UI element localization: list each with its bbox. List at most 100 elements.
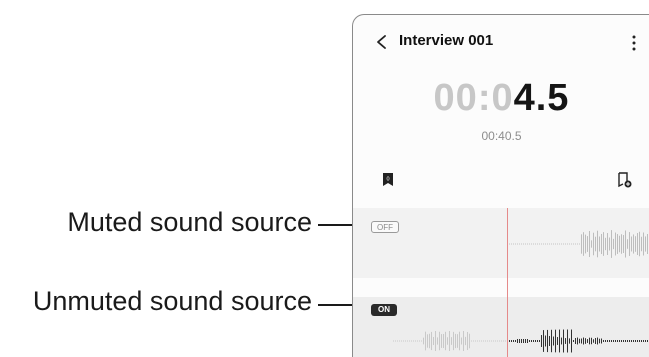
waveform-bar [403,340,404,342]
waveform-bar [585,234,586,254]
bookmark-icon[interactable]: 0 [383,173,393,186]
waveform-bar [573,243,574,245]
waveform-bar [549,243,550,245]
waveform-bar [535,340,536,342]
more-options-icon[interactable] [632,35,636,51]
waveform-bar [431,331,432,351]
waveform-bar [579,338,580,344]
waveform-bar [573,340,574,342]
waveform-bar [641,236,642,252]
waveform-bar [633,234,634,254]
waveform-bar [561,337,562,345]
waveform-bar [551,243,552,245]
waveform-bar [451,337,452,345]
waveform-bar [513,340,514,342]
waveform-bar [629,232,630,256]
waveform-bar [541,335,542,347]
waveform-bar [587,236,588,252]
waveform-bar [571,329,572,353]
add-bookmark-icon[interactable] [618,172,632,188]
waveform-bar [483,340,484,342]
waveform-bar [527,243,528,245]
waveform-bar [411,340,412,342]
waveform-bar [409,340,410,342]
playhead[interactable] [507,208,508,357]
waveform-bar [529,243,530,245]
waveform-bar [527,339,528,343]
waveform-bar [589,230,590,258]
waveform-bar [625,230,626,258]
waveform-bar [647,340,648,342]
waveform-bar [509,340,510,342]
waveform-bar [565,338,566,344]
waveform-bar [517,339,518,343]
waveform-bar [455,333,456,349]
waveform-bar [469,333,470,349]
waveform-bar [591,337,592,345]
waveform-bar [499,340,500,342]
waveform-bar [559,243,560,245]
waveform-bar [571,243,572,245]
waveform-bar [477,340,478,342]
waveform-bar [631,340,632,342]
waveform-bar [599,236,600,252]
waveform-bar [547,329,548,353]
chevron-left-icon[interactable] [375,35,389,49]
unmuted-track-waveform [393,329,648,353]
waveform-bar [475,340,476,342]
waveform-bar [459,331,460,351]
waveform-bar [553,336,554,346]
page-title: Interview 001 [399,32,494,49]
waveform-bar [429,333,430,349]
waveform-bar [495,340,496,342]
waveform-bar [615,232,616,256]
waveform-bar [515,243,516,245]
waveform-bar [447,337,448,345]
waveform-bar [423,337,424,345]
waveform-bar [565,243,566,245]
waveform-bar [623,340,624,342]
waveform-bar [461,337,462,345]
waveform-bar [611,230,612,258]
waveform-bar [645,340,646,342]
total-duration: 00:40.5 [481,129,522,143]
waveform-bar [531,243,532,245]
waveform-bar [533,243,534,245]
waveform-bar [497,340,498,342]
waveform-bar [557,337,558,345]
waveform-bar [615,340,616,342]
waveform-bar [601,338,602,344]
waveform-bar [579,243,580,245]
waveform-bar [523,339,524,343]
waveform-bar [629,340,630,342]
waveform-bar [583,232,584,256]
waveform-bar [539,243,540,245]
timer-elapsed-main: 4.5 [513,77,570,119]
waveform-bar [503,340,504,342]
waveform-bar [533,340,534,342]
muted-track-waveform [509,230,648,258]
waveform-bar [627,340,628,342]
waveform-bar [619,235,620,253]
waveform-bar [637,340,638,342]
waveform-bar [647,234,648,254]
waveform-bar [601,233,602,255]
waveform-bar [595,236,596,252]
callout-muted-label: Muted sound source [67,207,312,237]
waveform-bar [589,337,590,345]
waveform-bar [623,235,624,253]
waveform-bar [613,238,614,250]
waveform-bar [479,340,480,342]
waveform-bar [611,340,612,342]
waveform-bar [593,339,594,343]
waveform-bar [639,231,640,257]
waveform-bar [541,243,542,245]
waveform-bar [443,333,444,349]
waveform-bar [593,232,594,256]
waveform-bar [537,340,538,342]
waveform-bar [545,335,546,347]
waveform-bar [511,340,512,342]
waveform-bar [563,329,564,353]
playback-timer: 00:04.5 [353,77,649,120]
waveform-bar [481,340,482,342]
